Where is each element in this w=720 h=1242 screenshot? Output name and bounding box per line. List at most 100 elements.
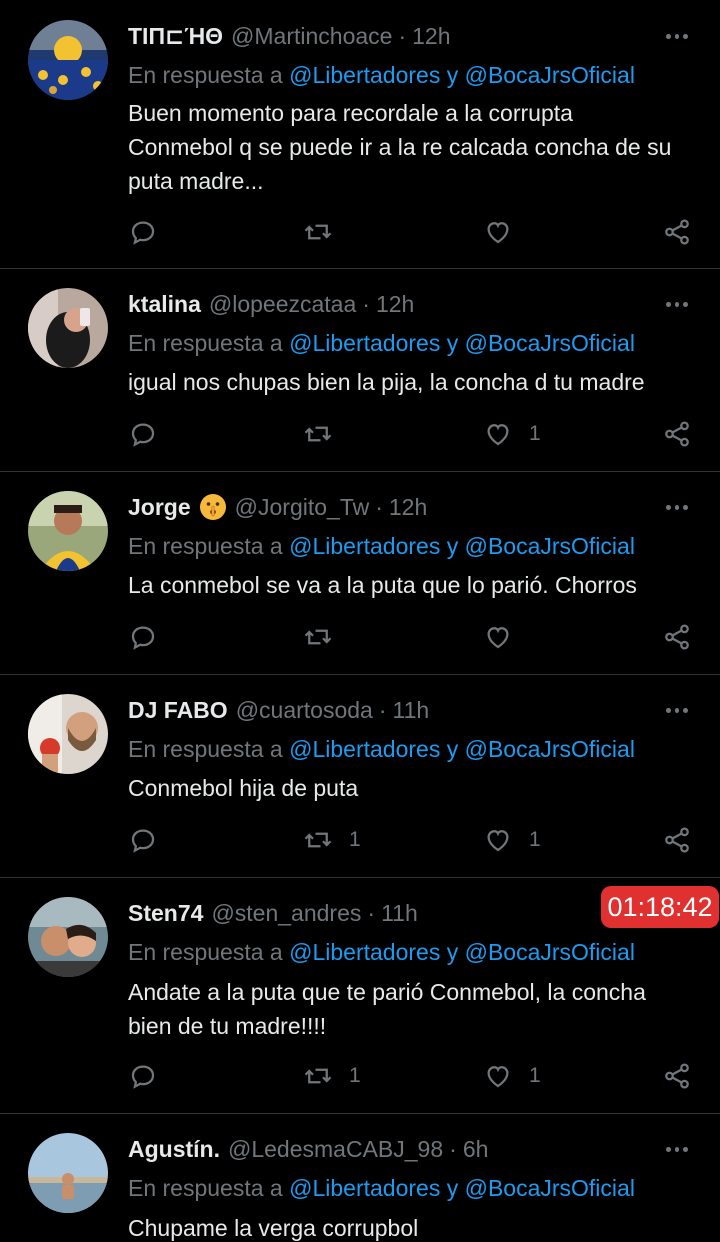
tweet-text: Buen momento para recordale a la corrupt…: [128, 100, 672, 194]
retweet-icon: [304, 224, 332, 240]
timestamp[interactable]: 11h: [393, 697, 430, 724]
reply-button[interactable]: [128, 214, 158, 250]
retweet-button[interactable]: [303, 619, 349, 655]
heart-icon: [487, 627, 509, 649]
handle[interactable]: @Martinchoace: [231, 23, 392, 50]
reply-prefix: En respuesta a: [128, 62, 283, 88]
handle[interactable]: @sten_andres: [211, 900, 361, 927]
retweet-button[interactable]: [303, 214, 349, 250]
share-icon: [665, 219, 689, 245]
timestamp[interactable]: 12h: [412, 23, 450, 50]
heart-icon: [487, 830, 509, 852]
share-button[interactable]: [662, 416, 692, 452]
tweet[interactable]: ΤΙΠ⊏ΉΘ @Martinchoace · 12h En respuesta …: [0, 0, 720, 269]
heart-icon: [487, 222, 509, 244]
handle[interactable]: @LedesmaCABJ_98: [228, 1136, 443, 1163]
like-button[interactable]: 1: [483, 1058, 541, 1094]
more-options-icon[interactable]: [664, 1131, 690, 1167]
share-icon: [665, 827, 689, 853]
avatar[interactable]: [28, 20, 108, 100]
tweet-header: ΤΙΠ⊏ΉΘ @Martinchoace · 12h: [128, 18, 660, 54]
avatar[interactable]: [28, 491, 108, 571]
reply-icon: [131, 626, 155, 650]
share-button[interactable]: [662, 822, 692, 858]
avatar[interactable]: [28, 897, 108, 977]
retweet-button[interactable]: 1: [303, 822, 361, 858]
reply-button[interactable]: [128, 1058, 158, 1094]
reply-prefix: En respuesta a: [128, 736, 283, 762]
reply-icon: [131, 1065, 155, 1089]
tweet-actions: [128, 619, 708, 655]
display-name[interactable]: ktalina: [128, 291, 201, 318]
timestamp[interactable]: 12h: [389, 494, 427, 521]
reply-prefix: En respuesta a: [128, 330, 283, 356]
tweet[interactable]: ktalina @lopeezcataa · 12h En respuesta …: [0, 268, 720, 472]
retweet-count: 1: [349, 828, 361, 851]
share-button[interactable]: [662, 214, 692, 250]
handle[interactable]: @cuartosoda: [236, 697, 373, 724]
recording-timer[interactable]: 01:18:42: [601, 886, 719, 928]
like-count: 1: [529, 1064, 541, 1087]
avatar[interactable]: [28, 694, 108, 774]
reply-button[interactable]: [128, 822, 158, 858]
separator: ·: [449, 1135, 457, 1162]
tweet-text: igual nos chupas bien la pija, la concha…: [128, 369, 645, 395]
retweet-icon: [304, 426, 332, 442]
tweet-header: Jorge @Jorgito_Tw · 12h: [128, 489, 660, 525]
reply-icon: [131, 829, 155, 853]
more-options-icon[interactable]: [664, 286, 690, 322]
display-name[interactable]: Agustín.: [128, 1136, 220, 1163]
tweet[interactable]: DJ FABO @cuartosoda · 11h En respuesta a…: [0, 674, 720, 878]
reply-context: En respuesta a @Libertadores y @BocaJrsO…: [128, 1175, 690, 1202]
separator: ·: [362, 290, 370, 317]
reply-context: En respuesta a @Libertadores y @BocaJrsO…: [128, 330, 690, 357]
reply-mentions-link[interactable]: @Libertadores y @BocaJrsOficial: [289, 62, 635, 88]
retweet-button[interactable]: 1: [303, 1058, 361, 1094]
reply-button[interactable]: [128, 619, 158, 655]
reply-mentions-link[interactable]: @Libertadores y @BocaJrsOficial: [289, 1175, 635, 1201]
reply-mentions-link[interactable]: @Libertadores y @BocaJrsOficial: [289, 939, 635, 965]
shushing-face-icon: [199, 494, 226, 520]
like-button[interactable]: 1: [483, 822, 541, 858]
tweet-header: DJ FABO @cuartosoda · 11h: [128, 692, 660, 728]
timestamp[interactable]: 11h: [381, 900, 418, 927]
tweet-actions: 1 1: [128, 822, 708, 858]
retweet-icon: [304, 1068, 332, 1084]
reply-context: En respuesta a @Libertadores y @BocaJrsO…: [128, 533, 690, 560]
separator: ·: [367, 899, 376, 926]
like-button[interactable]: [483, 619, 529, 655]
tweet-text: Andate a la puta que te parió Conmebol, …: [128, 979, 646, 1039]
handle[interactable]: @Jorgito_Tw: [235, 494, 370, 521]
more-options-icon[interactable]: [664, 18, 690, 54]
reply-context: En respuesta a @Libertadores y @BocaJrsO…: [128, 62, 690, 89]
retweet-icon: [304, 629, 332, 645]
tweet[interactable]: Jorge @Jorgito_Tw · 12h En respuesta a @…: [0, 471, 720, 675]
reply-mentions-link[interactable]: @Libertadores y @BocaJrsOficial: [289, 533, 635, 559]
retweet-icon: [304, 832, 332, 848]
like-button[interactable]: [483, 214, 529, 250]
display-name[interactable]: ΤΙΠ⊏ΉΘ: [128, 23, 223, 50]
like-button[interactable]: 1: [483, 416, 541, 452]
share-icon: [665, 624, 689, 650]
like-count: 1: [529, 422, 541, 445]
more-options-icon[interactable]: [664, 692, 690, 728]
retweet-button[interactable]: [303, 416, 349, 452]
timestamp[interactable]: 12h: [376, 291, 414, 318]
share-button[interactable]: [662, 619, 692, 655]
reply-button[interactable]: [128, 416, 158, 452]
display-name[interactable]: Sten74: [128, 900, 203, 927]
avatar[interactable]: [28, 1133, 108, 1213]
reply-prefix: En respuesta a: [128, 533, 283, 559]
separator: ·: [375, 493, 383, 520]
timestamp[interactable]: 6h: [463, 1136, 489, 1163]
display-name[interactable]: DJ FABO: [128, 697, 228, 724]
display-name[interactable]: Jorge: [128, 494, 191, 521]
reply-mentions-link[interactable]: @Libertadores y @BocaJrsOficial: [289, 736, 635, 762]
reply-context: En respuesta a @Libertadores y @BocaJrsO…: [128, 736, 690, 763]
handle[interactable]: @lopeezcataa: [209, 291, 356, 318]
reply-mentions-link[interactable]: @Libertadores y @BocaJrsOficial: [289, 330, 635, 356]
avatar[interactable]: [28, 288, 108, 368]
more-options-icon[interactable]: [664, 489, 690, 525]
share-button[interactable]: [662, 1058, 692, 1094]
tweet[interactable]: Agustín. @LedesmaCABJ_98 · 6h En respues…: [0, 1113, 720, 1242]
